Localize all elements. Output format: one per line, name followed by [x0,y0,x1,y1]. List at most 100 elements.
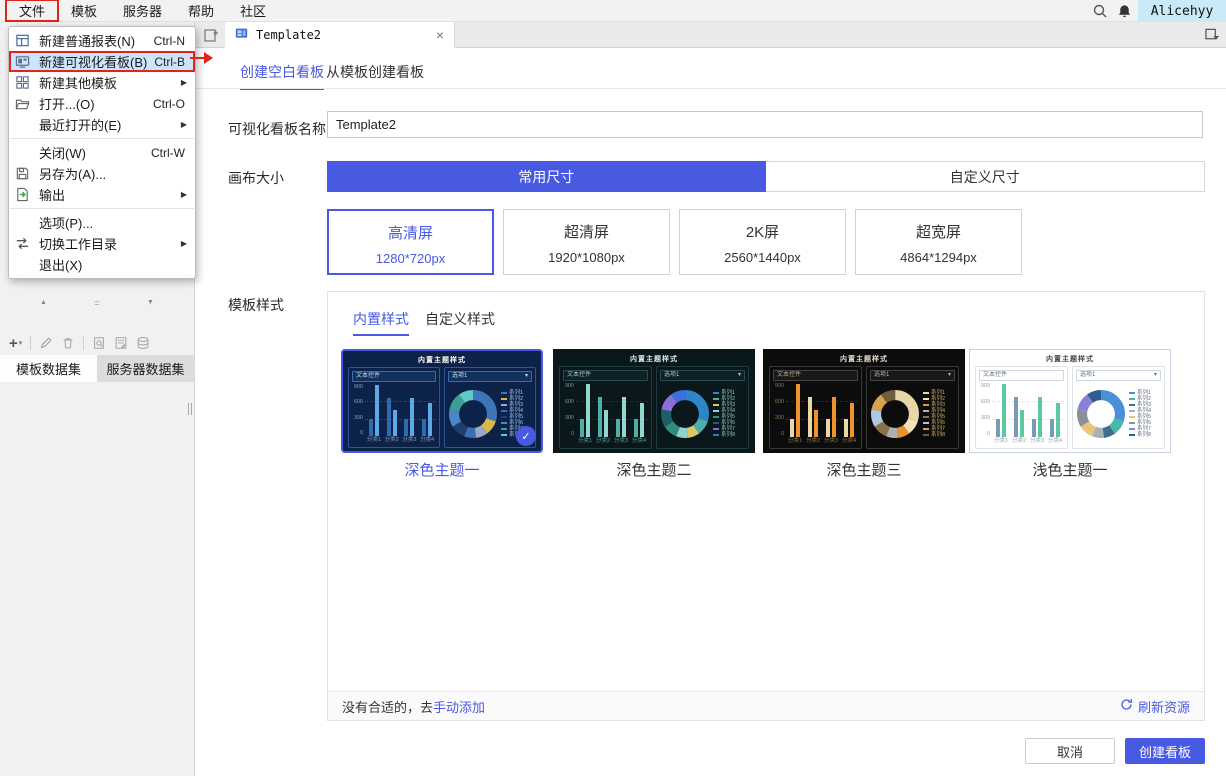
size-card-1[interactable]: 高清屏 1280*720px [327,209,494,275]
bar [814,410,818,437]
database-icon[interactable] [136,336,150,350]
new-report-icon [15,33,39,48]
annotation-arrow-head [204,52,213,64]
bar [580,419,584,437]
bar [428,403,433,436]
legend-dash [713,416,719,418]
sidebar-collapse-grip[interactable] [188,403,192,415]
bar-chart-categories: 分类1 分类2 分类3 分类4 [365,436,436,444]
notification-icon[interactable] [1114,0,1134,22]
file-menu-item[interactable]: 打开...(O) Ctrl-O [9,93,195,114]
size-mode-custom[interactable]: 自定义尺寸 [765,161,1205,192]
bar [374,385,379,436]
thumb-text-widget-label: 文本控件 [356,373,381,379]
file-menu-item[interactable]: 最近打开的(E) ▶ [9,114,195,135]
username-button[interactable]: Alicehyy [1138,0,1226,22]
size-card-name: 2K屏 [745,224,780,241]
splitter-handle-icon[interactable]: = [94,299,99,308]
dataset-preview-icon[interactable] [92,336,106,350]
thumb-title: 内置主题样式 [630,356,678,363]
file-menu-item[interactable]: 退出(X) [9,254,195,275]
document-tab[interactable]: Template2 × [225,22,455,48]
tab-template-dataset[interactable]: 模板数据集 [0,355,97,382]
splitter-down-icon[interactable]: ▼ [147,299,154,307]
bar-chart-plot-wrap: 分类1 分类2 分类3 分类4 [576,383,648,445]
size-card-4[interactable]: 超宽屏 4864*1294px [855,209,1022,275]
create-dashboard-button[interactable]: 创建看板 [1125,738,1205,764]
tab-custom-style[interactable]: 自定义样式 [425,309,495,329]
manual-add-link[interactable]: 手动添加 [433,700,485,715]
size-card-2[interactable]: 超清屏 1920*1080px [503,209,670,275]
add-icon[interactable]: + ▾ [9,335,22,352]
template-style-label: 模板样式 [228,297,284,313]
bar-group [1028,383,1046,437]
size-card-resolution: 1920*1080px [548,250,625,265]
thumb-text-widget-label: 文本控件 [567,372,592,378]
theme-card-4[interactable]: 内置主题样式 文本控件 900 600 300 0 分类1 分类2 分类3 分类4 选项1 ▾ 系列1 系… [969,349,1171,453]
menubar-item[interactable]: 社区 [227,0,279,21]
bar-chart-categories: 分类1 分类2 分类3 分类4 [576,437,648,445]
theme-card-3[interactable]: 内置主题样式 文本控件 900 600 300 0 分类1 分类2 分类3 分类4 选项1 ▾ 系列1 系… [763,349,965,453]
category-label: 分类4 [1047,438,1063,444]
bar [796,384,800,437]
cancel-button[interactable]: 取消 [1025,738,1115,764]
toolbar-separator [83,336,85,350]
legend-dash [1129,428,1135,430]
size-card-3[interactable]: 2K屏 2560*1440px [679,209,846,275]
refresh-resources-button[interactable]: 刷新资源 [1120,697,1190,716]
selected-check-badge: ✓ [516,426,536,446]
submenu-arrow-icon: ▶ [180,78,187,87]
file-menu-item-label: 关闭(W) [39,146,86,161]
edit-icon[interactable] [39,336,53,350]
thumb-body: 文本控件 900 600 300 0 分类1 分类2 分类3 分类4 选项1 ▾ 系列1 系列2 系列3 系… [348,367,536,448]
delete-icon[interactable] [61,336,75,350]
menubar: 文件 模板 服务器 帮助 社区 Alicehyy [0,0,1226,22]
category-label: 分类2 [1011,438,1027,444]
category-label: 分类3 [613,438,629,444]
dashboard-name-input[interactable] [327,111,1203,138]
search-icon[interactable] [1090,0,1110,22]
file-menu-item[interactable]: 新建普通报表(N) Ctrl-N [9,30,195,51]
dataset-config-icon[interactable] [114,336,128,350]
file-menu-item[interactable]: 输出 ▶ [9,184,195,205]
menubar-item[interactable]: 模板 [58,0,110,21]
thumb-dropdown-label: 选项1 [1080,372,1096,378]
new-tab-icon[interactable] [203,27,219,46]
bar-group [840,383,858,437]
tab-create-blank-dashboard[interactable]: 创建空白看板 [240,62,324,90]
tab-server-dataset[interactable]: 服务器数据集 [97,355,194,382]
legend-dash [1129,416,1135,418]
menubar-item[interactable]: 服务器 [110,0,175,21]
tab-close-icon[interactable]: × [436,28,444,42]
legend-dash [923,410,929,412]
donut-chart-preview [1076,389,1126,439]
menubar-item[interactable]: 帮助 [175,0,227,21]
splitter-up-icon[interactable]: ▲ [40,299,47,307]
legend-dash [713,398,719,400]
tab-list-icon[interactable] [1205,28,1220,45]
tab-create-from-template[interactable]: 从模板创建看板 [326,62,424,82]
canvas-size-label: 画布大小 [228,170,284,186]
file-menu-item[interactable]: 切换工作目录 ▶ [9,233,195,254]
file-menu-item[interactable]: 新建可视化看板(B) Ctrl-B [9,51,195,72]
open-icon [15,96,39,111]
bar [422,418,427,436]
file-menu-item[interactable]: 另存为(A)... [9,163,195,184]
bar-chart-plot [992,383,1064,437]
menubar-item[interactable]: 文件 [4,0,60,22]
theme-card-2[interactable]: 内置主题样式 文本控件 900 600 300 0 分类1 分类2 分类3 分类4 选项1 ▾ 系列1 系… [553,349,755,453]
bar [616,419,620,437]
bar [1056,402,1060,437]
file-menu-item[interactable]: 新建其他模板 ▶ [9,72,195,93]
tab-builtin-style[interactable]: 内置样式 [353,309,409,336]
file-menu-item[interactable]: 关闭(W) Ctrl-W [9,142,195,163]
bar-group [612,383,630,437]
legend-dash [1129,422,1135,424]
theme-card-1[interactable]: 内置主题样式 文本控件 900 600 300 0 分类1 分类2 分类3 分类4 选项1 ▾ 系列1 系… [341,349,543,453]
size-mode-common[interactable]: 常用尺寸 [327,161,766,192]
bar-chart-preview: 900 600 300 0 分类1 分类2 分类3 分类4 [352,384,436,444]
file-menu-item[interactable]: 选项(P)... [9,212,195,233]
export-icon [15,187,39,202]
file-menu-item-label: 新建普通报表(N) [39,34,136,49]
sidebar-splitter[interactable]: ▲ = ▼ [0,299,194,308]
